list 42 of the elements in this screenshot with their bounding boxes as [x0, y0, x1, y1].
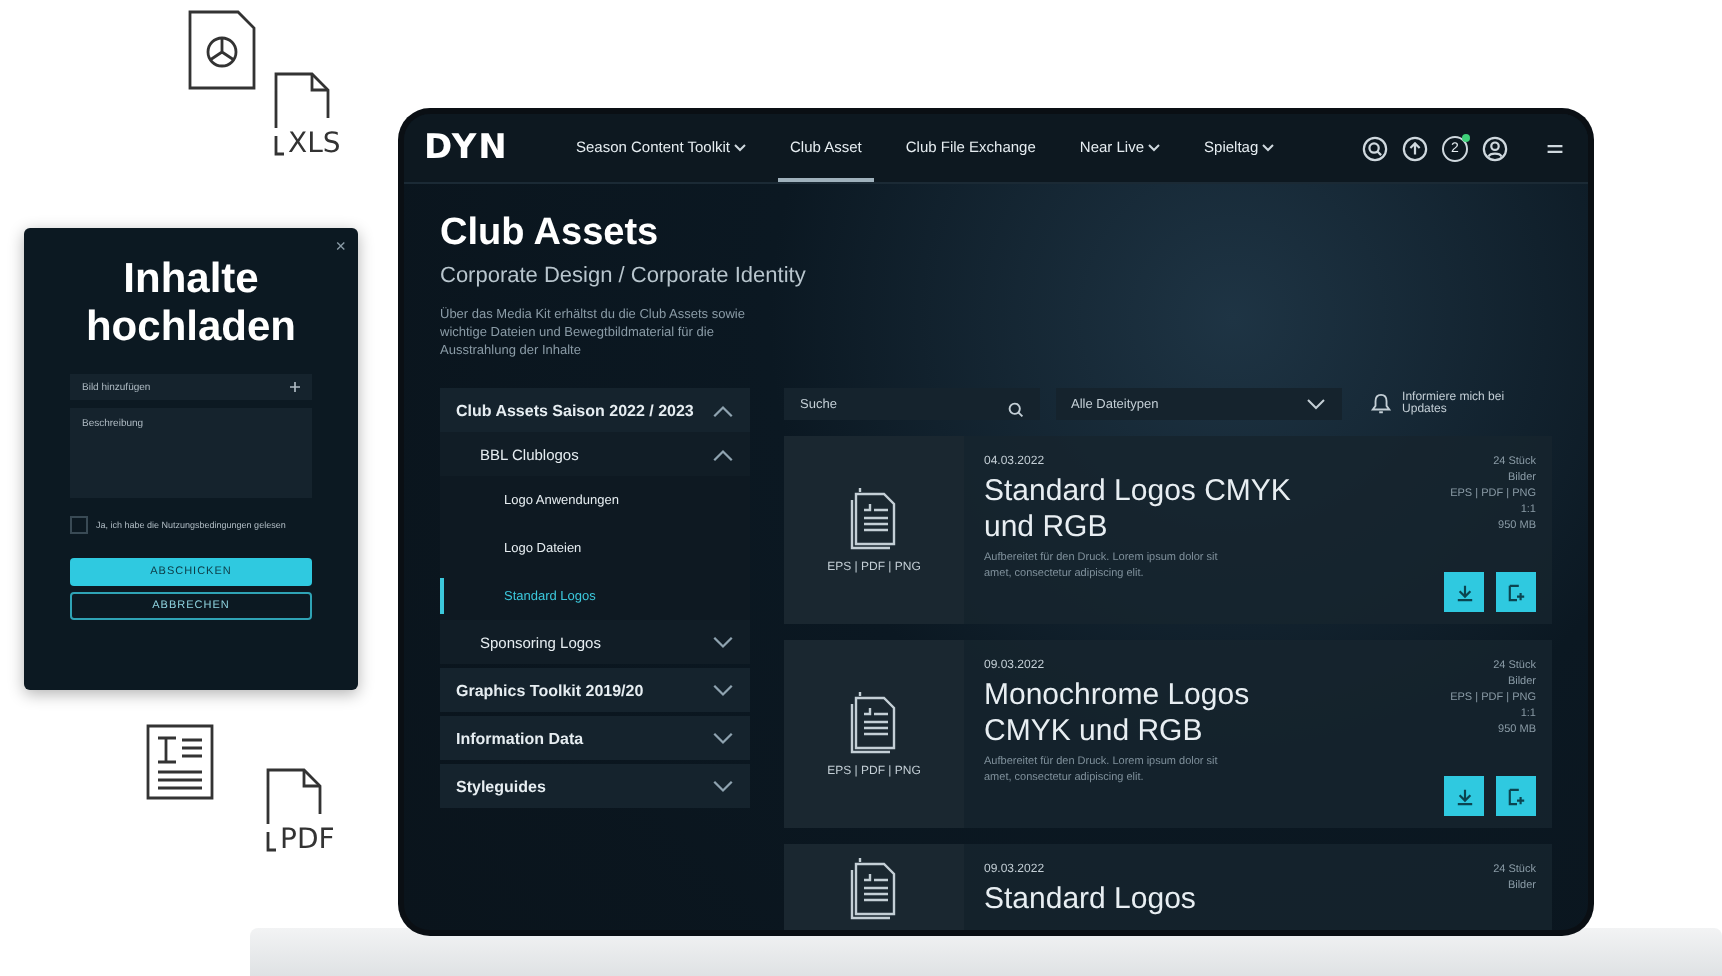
checkbox[interactable]	[70, 516, 88, 535]
upload-icon[interactable]	[1402, 135, 1428, 161]
add-file-icon	[1507, 787, 1525, 805]
sidebar-item[interactable]: Graphics Toolkit 2019/20	[440, 668, 750, 713]
sidebar-item[interactable]: Club Assets Saison 2022 / 2023	[440, 388, 750, 433]
chevron-icon	[712, 403, 734, 418]
plus-icon[interactable]	[290, 382, 300, 393]
chevron-icon	[712, 779, 734, 794]
caret-icon	[1262, 143, 1275, 151]
page-title: Club Assets	[440, 212, 661, 256]
download-button[interactable]	[1444, 572, 1484, 612]
document-stack-icon	[848, 486, 900, 550]
document-stack-icon	[848, 855, 900, 919]
card-title: Monochrome Logos CMYK und RGB	[984, 678, 1252, 750]
close-button[interactable]: ×	[335, 236, 346, 256]
add-to-collection-button[interactable]	[1496, 776, 1536, 816]
download-icon	[1455, 787, 1473, 805]
bell-icon	[1370, 392, 1393, 417]
download-button[interactable]	[1444, 776, 1484, 816]
chart-document-icon	[188, 10, 256, 90]
caret-icon	[1148, 143, 1161, 151]
caret-icon	[734, 143, 746, 151]
page-subtitle: Corporate Design / Corporate Identity	[440, 264, 808, 288]
chevron-icon	[712, 731, 734, 746]
chevron-icon	[712, 447, 734, 462]
search-icon[interactable]	[1362, 135, 1388, 161]
logo: DYN	[424, 128, 511, 168]
card-title: Standard Logos	[984, 882, 1198, 918]
sidebar-item[interactable]: Styleguides	[440, 764, 750, 809]
add-to-collection-button[interactable]	[1496, 572, 1536, 612]
document-stack-icon	[848, 690, 900, 754]
add-file-icon	[1507, 583, 1525, 601]
search-icon[interactable]	[1007, 402, 1023, 419]
chevron-icon	[712, 635, 734, 650]
card-title: Standard Logos CMYK und RGB	[984, 474, 1293, 546]
chevron-icon	[1306, 398, 1326, 411]
download-icon	[1455, 583, 1473, 601]
sidebar-item[interactable]: Information Data	[440, 716, 750, 761]
text-document-icon	[146, 724, 214, 800]
chevron-icon	[712, 683, 734, 698]
dialog-title: Inhalte hochladen	[83, 256, 298, 351]
user-icon[interactable]	[1482, 135, 1508, 161]
